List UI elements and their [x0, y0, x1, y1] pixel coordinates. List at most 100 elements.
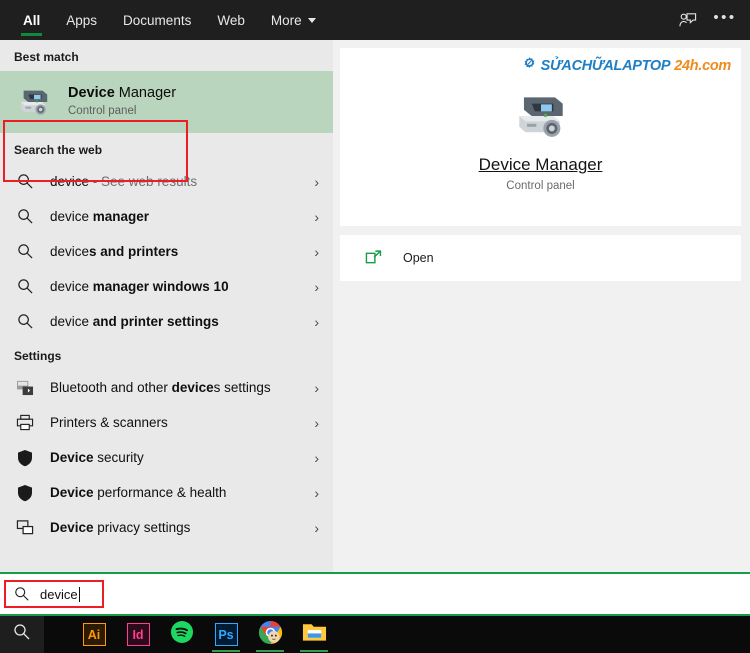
- spotify-icon: [170, 620, 194, 649]
- web-suggestion-device-manager[interactable]: device manager ›: [0, 199, 333, 234]
- ellipsis-icon[interactable]: •••: [708, 3, 742, 37]
- setting-label-post: s settings: [213, 380, 271, 395]
- best-match-result[interactable]: Device Manager Control panel: [0, 71, 333, 133]
- setting-label-post: privacy settings: [93, 520, 191, 535]
- photoshop-icon: Ps: [214, 623, 238, 646]
- web-suggestion-devices-and-printers[interactable]: devices and printers ›: [0, 234, 333, 269]
- folder-icon: [302, 621, 327, 648]
- taskbar-item-chrome[interactable]: [248, 616, 292, 653]
- search-icon: [14, 276, 36, 298]
- web-suggestion-device-and-printer-settings[interactable]: device and printer settings ›: [0, 304, 333, 339]
- setting-bluetooth-and-other-devices[interactable]: Bluetooth and other devices settings ›: [0, 370, 333, 405]
- indesign-icon: Id: [126, 623, 150, 646]
- setting-label: Device security: [50, 450, 314, 465]
- setting-label: Printers & scanners: [50, 415, 314, 430]
- open-action-row[interactable]: Open: [340, 235, 741, 281]
- taskbar-item-illustrator[interactable]: Ai: [72, 616, 116, 653]
- tab-web-label: Web: [217, 12, 245, 28]
- web-suggestion-bold: manager: [92, 209, 150, 224]
- search-icon: [14, 206, 36, 228]
- setting-label: Device privacy settings: [50, 520, 314, 535]
- setting-label-pre: Printers & scanners: [50, 415, 168, 430]
- text-cursor: [78, 586, 80, 602]
- web-suggestion-label: devices and printers: [50, 244, 314, 259]
- chevron-right-icon: ›: [314, 243, 319, 260]
- web-suggestion-plain: device: [50, 279, 93, 294]
- shield-icon: [14, 447, 36, 469]
- web-suggestion-plain: device: [50, 244, 90, 259]
- shield-icon: [14, 482, 36, 504]
- gear-icon: [522, 56, 537, 75]
- setting-label-bold: Device: [50, 485, 94, 500]
- best-match-title-rest: Manager: [114, 85, 177, 102]
- setting-label-post: security: [93, 450, 144, 465]
- tab-apps-label: Apps: [66, 12, 98, 28]
- taskbar-item-indesign[interactable]: Id: [116, 616, 160, 653]
- watermark-text-orange: 24h.com: [674, 57, 731, 74]
- search-input-value: device: [40, 586, 78, 602]
- search-input[interactable]: device: [4, 580, 104, 608]
- search-bar: device: [0, 572, 750, 616]
- preview-card: SỬACHỮALAPTOP 24h.com Device Manager Con…: [340, 48, 741, 226]
- web-suggestion-device[interactable]: device - See web results ›: [0, 164, 333, 199]
- feedback-person-icon[interactable]: [670, 3, 704, 37]
- best-match-subtitle: Control panel: [68, 105, 137, 118]
- search-icon: [14, 586, 30, 602]
- tab-all[interactable]: All: [10, 0, 53, 40]
- tab-apps[interactable]: Apps: [53, 0, 110, 40]
- web-suggestion-device-manager-windows-10[interactable]: device manager windows 10 ›: [0, 269, 333, 304]
- setting-label-bold: Device: [50, 450, 94, 465]
- device-privacy-icon: [14, 517, 36, 539]
- watermark-text-blue: SỬACHỮALAPTOP: [540, 57, 671, 74]
- setting-label-bold: device: [171, 380, 214, 395]
- taskbar-item-photoshop[interactable]: Ps: [204, 616, 248, 653]
- taskbar-search-button[interactable]: [0, 616, 44, 653]
- tab-more-label: More: [270, 12, 302, 28]
- open-label: Open: [403, 251, 434, 265]
- taskbar-item-spotify[interactable]: [160, 616, 204, 653]
- web-suggestion-bold: and printer settings: [92, 314, 219, 329]
- best-match-title: Device Manager: [68, 84, 176, 104]
- tab-all-label: All: [23, 12, 41, 28]
- setting-label-bold: Device: [50, 520, 94, 535]
- search-filter-bar: All Apps Documents Web More •••: [0, 0, 750, 40]
- web-suggestion-label: device and printer settings: [50, 314, 314, 329]
- web-suggestion-label: device manager: [50, 209, 314, 224]
- taskbar: Ai Id Ps: [0, 616, 750, 653]
- settings-header: Settings: [14, 349, 62, 363]
- chevron-right-icon: ›: [314, 414, 319, 431]
- preview-subtitle: Control panel: [506, 180, 575, 192]
- site-watermark: SỬACHỮALAPTOP 24h.com: [522, 56, 731, 75]
- search-icon: [14, 241, 36, 263]
- tab-more[interactable]: More: [258, 0, 329, 40]
- web-suggestion-bold: manager windows 10: [92, 279, 229, 294]
- chevron-right-icon: ›: [314, 379, 319, 396]
- search-icon: [13, 623, 31, 646]
- bluetooth-devices-icon: [14, 377, 36, 399]
- setting-label-pre: Bluetooth and other: [50, 380, 172, 395]
- search-icon: [14, 171, 36, 193]
- setting-device-performance-and-health[interactable]: Device performance & health ›: [0, 475, 333, 510]
- setting-label: Device performance & health: [50, 485, 314, 500]
- setting-device-privacy-settings[interactable]: Device privacy settings ›: [0, 510, 333, 545]
- preview-title: Device Manager: [478, 155, 603, 174]
- preview-pane: SỬACHỮALAPTOP 24h.com Device Manager Con…: [333, 40, 750, 572]
- device-manager-icon: [510, 97, 572, 148]
- setting-device-security[interactable]: Device security ›: [0, 440, 333, 475]
- windows-search-screen: All Apps Documents Web More ••• Best mat…: [0, 0, 750, 653]
- search-icon: [14, 311, 36, 333]
- setting-label-post: performance & health: [93, 485, 227, 500]
- web-suggestion-plain: device: [50, 174, 90, 189]
- taskbar-item-file-explorer[interactable]: [292, 616, 336, 653]
- web-suggestion-label: device - See web results: [50, 174, 314, 189]
- web-suggestion-label: device manager windows 10: [50, 279, 314, 294]
- best-match-text: Device Manager Control panel: [68, 84, 176, 119]
- chevron-right-icon: ›: [314, 173, 319, 190]
- setting-printers-and-scanners[interactable]: Printers & scanners ›: [0, 405, 333, 440]
- tab-web[interactable]: Web: [204, 0, 258, 40]
- tab-documents[interactable]: Documents: [110, 0, 204, 40]
- tab-documents-label: Documents: [123, 12, 192, 28]
- best-match-title-bold: Device: [68, 85, 115, 102]
- chevron-right-icon: ›: [314, 208, 319, 225]
- best-match-header: Best match: [14, 50, 79, 64]
